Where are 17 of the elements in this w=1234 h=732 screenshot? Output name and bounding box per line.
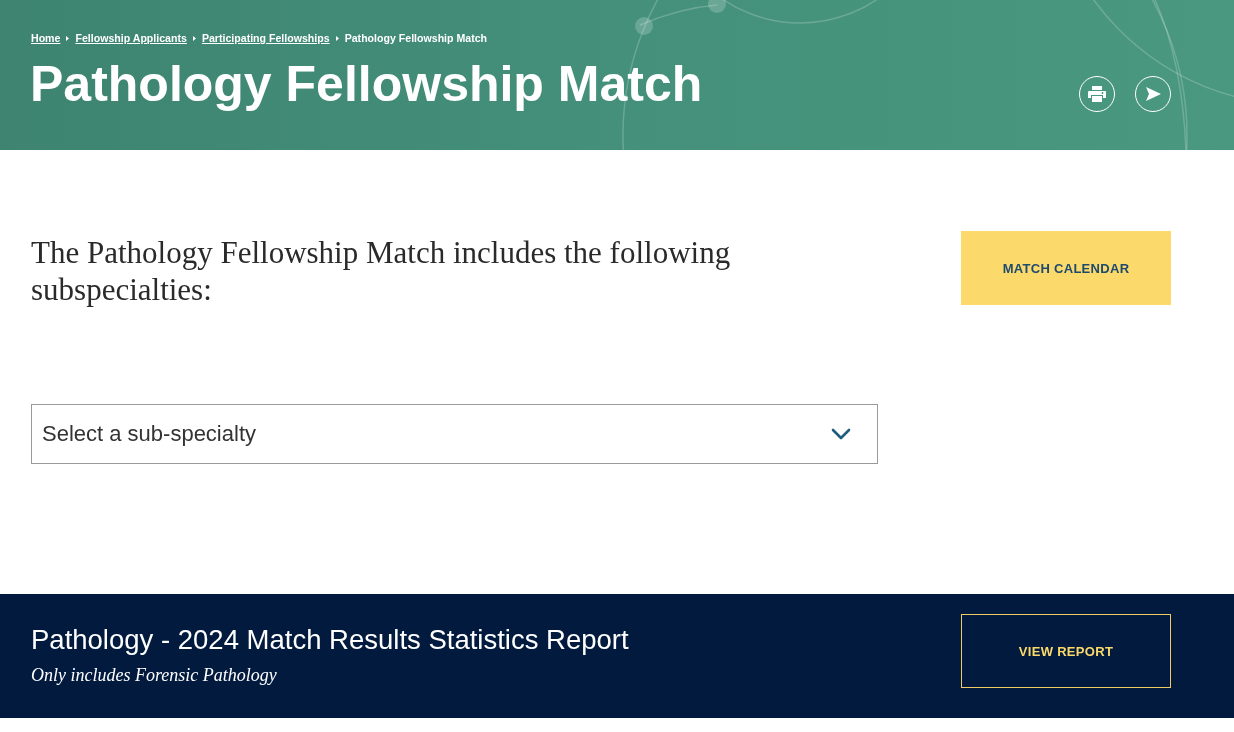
breadcrumb-link[interactable]: Fellowship Applicants <box>75 31 187 45</box>
page-title: Pathology Fellowship Match <box>30 55 703 114</box>
breadcrumb-link[interactable]: Home <box>31 31 61 45</box>
breadcrumb-current-page: Pathology Fellowship Match <box>344 31 488 45</box>
printer-icon <box>1088 86 1106 102</box>
report-note: Only includes Forensic Pathology <box>31 664 278 686</box>
view-report-button[interactable]: VIEW REPORT <box>961 614 1171 688</box>
report-title: Pathology - 2024 Match Results Statistics Report <box>31 624 629 656</box>
match-calendar-button[interactable]: MATCH CALENDAR <box>961 231 1171 305</box>
caret-right-icon <box>335 35 339 41</box>
chevron-down-icon <box>831 428 851 440</box>
send-icon <box>1145 87 1161 101</box>
subspecialty-select[interactable]: Select a sub-specialty <box>31 404 878 464</box>
caret-right-icon <box>192 35 196 41</box>
caret-right-icon <box>66 35 70 41</box>
breadcrumb-link[interactable]: Participating Fellowships <box>201 31 330 45</box>
intro-text: The Pathology Fellowship Match includes the following subspecialties: <box>31 234 732 308</box>
